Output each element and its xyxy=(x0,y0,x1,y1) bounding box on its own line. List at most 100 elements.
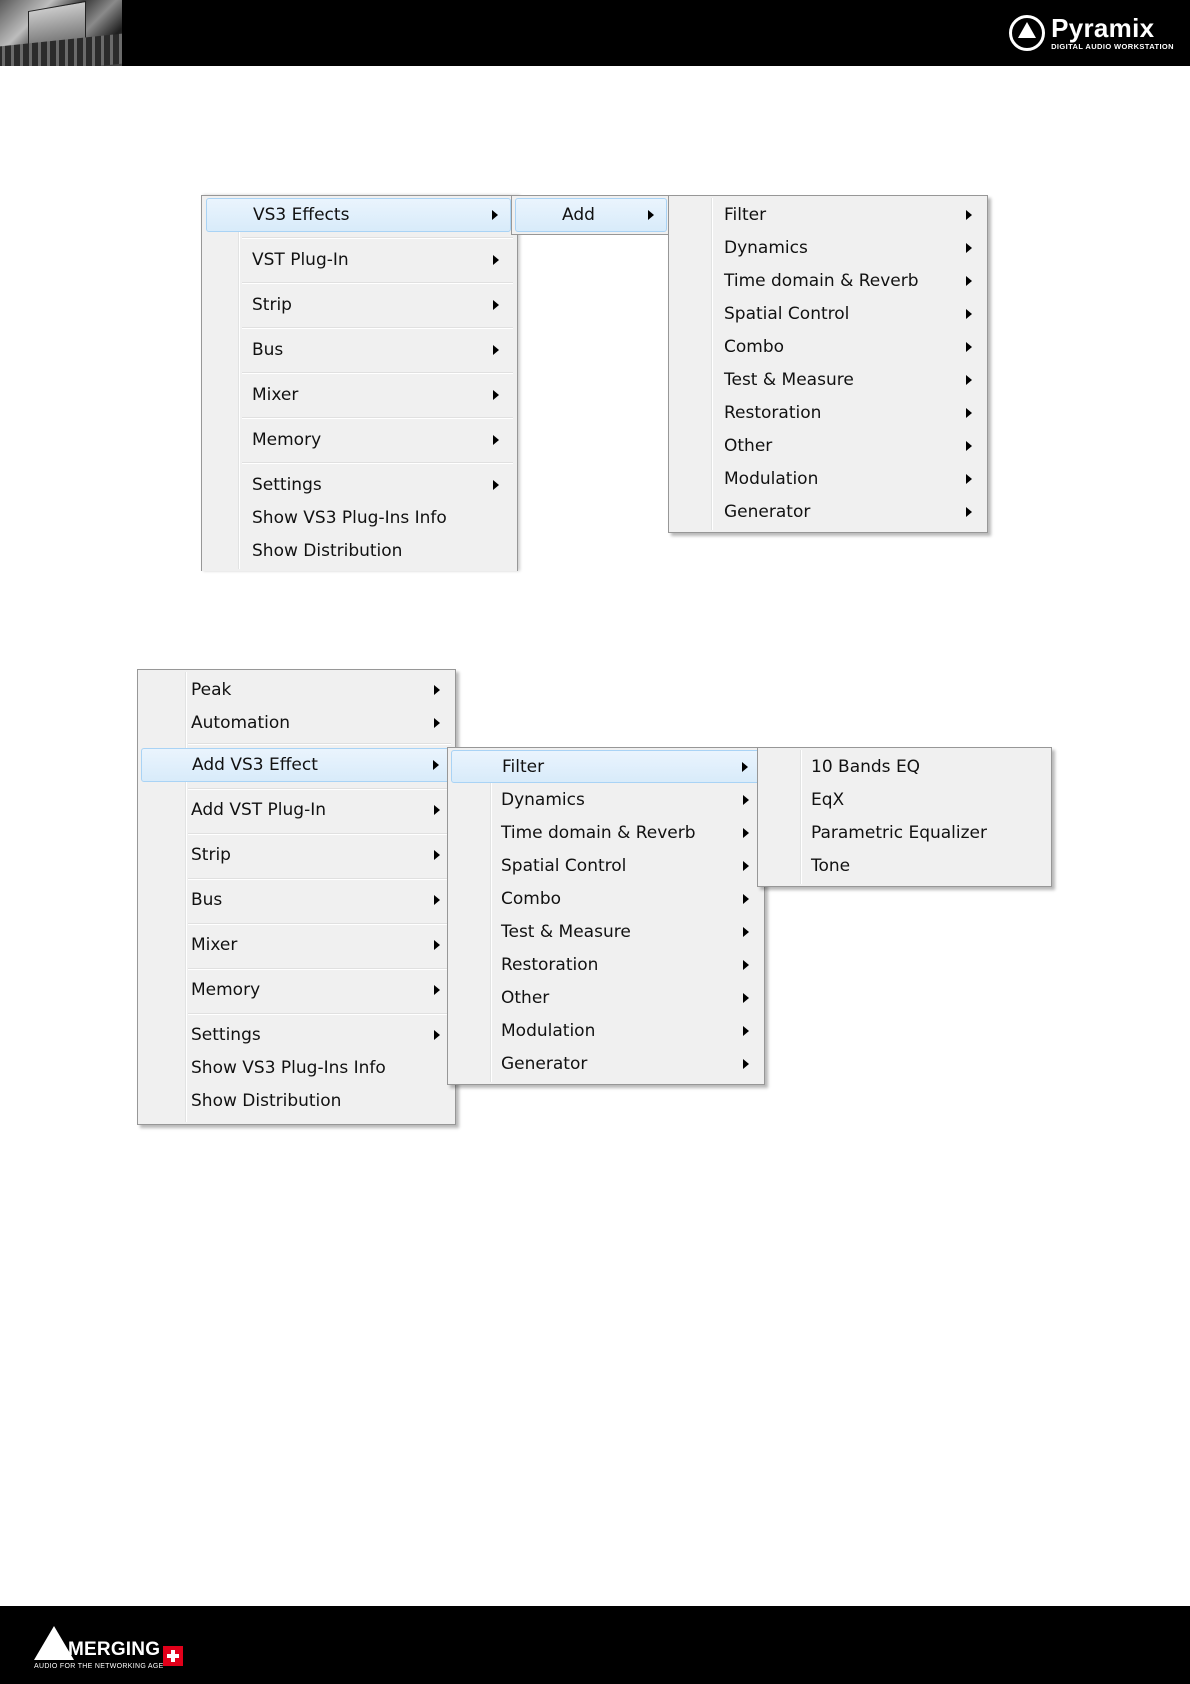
menu-item-test-measure[interactable]: Test & Measure xyxy=(451,915,761,948)
submenu-arrow-icon xyxy=(743,959,749,970)
effect-categories-menu-2: Filter Dynamics Time domain & Reverb Spa… xyxy=(447,747,765,1085)
menu-item-label: Settings xyxy=(191,1025,261,1045)
menu-item-generator[interactable]: Generator xyxy=(451,1047,761,1080)
menu-item-label: 10 Bands EQ xyxy=(811,756,921,777)
submenu-arrow-icon xyxy=(743,794,749,805)
menu-item-add-vst-plug-in[interactable]: Add VST Plug-In xyxy=(141,793,452,827)
menu-item-automation[interactable]: Automation xyxy=(141,706,452,739)
submenu-arrow-icon xyxy=(742,761,748,772)
submenu-arrow-icon xyxy=(966,506,972,517)
page-header: Pyramix DIGITAL AUDIO WORKSTATION xyxy=(0,0,1190,66)
menu-item-peak[interactable]: Peak xyxy=(141,673,452,706)
brand-name: Pyramix xyxy=(1051,13,1155,44)
menu-item-settings[interactable]: Settings xyxy=(141,1018,452,1052)
menu-item-label: Dynamics xyxy=(724,237,808,258)
menu-item-filter[interactable]: Filter xyxy=(672,198,984,231)
menu-item-spatial-control[interactable]: Spatial Control xyxy=(672,297,984,330)
menu-item-filter[interactable]: Filter xyxy=(451,750,761,783)
submenu-arrow-icon xyxy=(743,926,749,937)
menu-item-tone[interactable]: Tone xyxy=(761,849,1048,882)
merging-logo: MERGING AUDIO FOR THE NETWORKING AGE xyxy=(34,1626,184,1670)
submenu-arrow-icon xyxy=(493,435,499,445)
menu-item-label: Combo xyxy=(501,888,562,909)
menu-item-settings[interactable]: Settings xyxy=(206,468,511,502)
menu-item-show-distribution[interactable]: Show Distribution xyxy=(206,535,511,567)
menu-item-label: Memory xyxy=(191,980,261,1000)
footer-brand-name: MERGING xyxy=(68,1639,161,1660)
menu-item-label: Bus xyxy=(191,890,223,910)
menu-item-label: Restoration xyxy=(724,402,822,423)
menu-item-add[interactable]: Add xyxy=(515,198,667,232)
menu-item-label: Add xyxy=(562,205,595,225)
menu-item-modulation[interactable]: Modulation xyxy=(672,462,984,495)
page-footer: MERGING AUDIO FOR THE NETWORKING AGE xyxy=(0,1606,1190,1684)
menu-item-memory[interactable]: Memory xyxy=(141,973,452,1007)
menu-item-label: Memory xyxy=(252,430,322,450)
menu-item-label: Generator xyxy=(724,501,811,522)
menu-item-label: Tone xyxy=(811,855,851,876)
menu-item-label: Parametric Equalizer xyxy=(811,822,988,843)
menu-item-combo[interactable]: Combo xyxy=(451,882,761,915)
menu-item-add-vs3-effect[interactable]: Add VS3 Effect xyxy=(141,748,452,782)
menu-item-bus[interactable]: Bus xyxy=(206,333,511,367)
submenu-arrow-icon xyxy=(966,242,972,253)
menu-item-label: Filter xyxy=(724,204,767,225)
menu-item-label: Strip xyxy=(191,845,231,865)
menu-item-label: Bus xyxy=(252,340,284,360)
footer-brand-subtitle: AUDIO FOR THE NETWORKING AGE xyxy=(34,1663,164,1670)
menu-item-restoration[interactable]: Restoration xyxy=(672,396,984,429)
menu-item-strip[interactable]: Strip xyxy=(206,288,511,322)
menu-item-label: Restoration xyxy=(501,954,599,975)
menu-item-time-domain-reverb[interactable]: Time domain & Reverb xyxy=(672,264,984,297)
menu-item-time-domain-reverb[interactable]: Time domain & Reverb xyxy=(451,816,761,849)
menu-item-parametric-equalizer[interactable]: Parametric Equalizer xyxy=(761,816,1048,849)
menu-item-label: Automation xyxy=(191,712,291,733)
submenu-arrow-icon xyxy=(966,209,972,220)
menu-item-label: Add VS3 Effect xyxy=(192,755,318,775)
menu-item-memory[interactable]: Memory xyxy=(206,423,511,457)
menu-item-label: Peak xyxy=(191,679,232,700)
menu-item-other[interactable]: Other xyxy=(451,981,761,1014)
submenu-arrow-icon xyxy=(966,440,972,451)
menu-item-bus[interactable]: Bus xyxy=(141,883,452,917)
menu-item-modulation[interactable]: Modulation xyxy=(451,1014,761,1047)
menu-item-combo[interactable]: Combo xyxy=(672,330,984,363)
menu-item-test-measure[interactable]: Test & Measure xyxy=(672,363,984,396)
studio-thumbnail-image xyxy=(0,0,122,66)
brand-subtitle: DIGITAL AUDIO WORKSTATION xyxy=(1051,42,1174,52)
submenu-arrow-icon xyxy=(743,992,749,1003)
submenu-arrow-icon xyxy=(434,684,440,695)
menu-item-label: Show VS3 Plug-Ins Info xyxy=(191,1058,386,1078)
submenu-arrow-icon xyxy=(433,760,439,770)
menu-item-vst-plug-in[interactable]: VST Plug-In xyxy=(206,243,511,277)
menu-item-spatial-control[interactable]: Spatial Control xyxy=(451,849,761,882)
menu-item-dynamics[interactable]: Dynamics xyxy=(672,231,984,264)
menu-item-show-distribution[interactable]: Show Distribution xyxy=(141,1085,452,1117)
submenu-arrow-icon xyxy=(434,1030,440,1040)
submenu-arrow-icon xyxy=(648,210,654,220)
menu-item-other[interactable]: Other xyxy=(672,429,984,462)
menu-item-label: Other xyxy=(724,435,773,456)
menu-item-10-bands-eq[interactable]: 10 Bands EQ xyxy=(761,750,1048,783)
menu-item-label: Show Distribution xyxy=(191,1091,342,1111)
submenu-arrow-icon xyxy=(434,805,440,815)
menu-item-show-vs3-plugins-info[interactable]: Show VS3 Plug-Ins Info xyxy=(141,1052,452,1084)
submenu-arrow-icon xyxy=(743,1025,749,1036)
filter-submenu: 10 Bands EQ EqX Parametric Equalizer Ton… xyxy=(757,747,1052,887)
submenu-arrow-icon xyxy=(434,895,440,905)
menu-item-label: Time domain & Reverb xyxy=(501,822,696,843)
menu-item-dynamics[interactable]: Dynamics xyxy=(451,783,761,816)
menu-item-mixer[interactable]: Mixer xyxy=(141,928,452,962)
submenu-arrow-icon xyxy=(966,473,972,484)
submenu-arrow-icon xyxy=(434,717,440,728)
menu-item-restoration[interactable]: Restoration xyxy=(451,948,761,981)
submenu-arrow-icon xyxy=(966,374,972,385)
menu-item-show-vs3-plugins-info[interactable]: Show VS3 Plug-Ins Info xyxy=(206,502,511,534)
menu-item-strip[interactable]: Strip xyxy=(141,838,452,872)
menu-item-vs3-effects[interactable]: VS3 Effects xyxy=(206,198,511,232)
menu-item-label: Modulation xyxy=(724,468,819,489)
menu-item-label: Settings xyxy=(252,475,322,495)
menu-item-mixer[interactable]: Mixer xyxy=(206,378,511,412)
menu-item-generator[interactable]: Generator xyxy=(672,495,984,528)
menu-item-eqx[interactable]: EqX xyxy=(761,783,1048,816)
